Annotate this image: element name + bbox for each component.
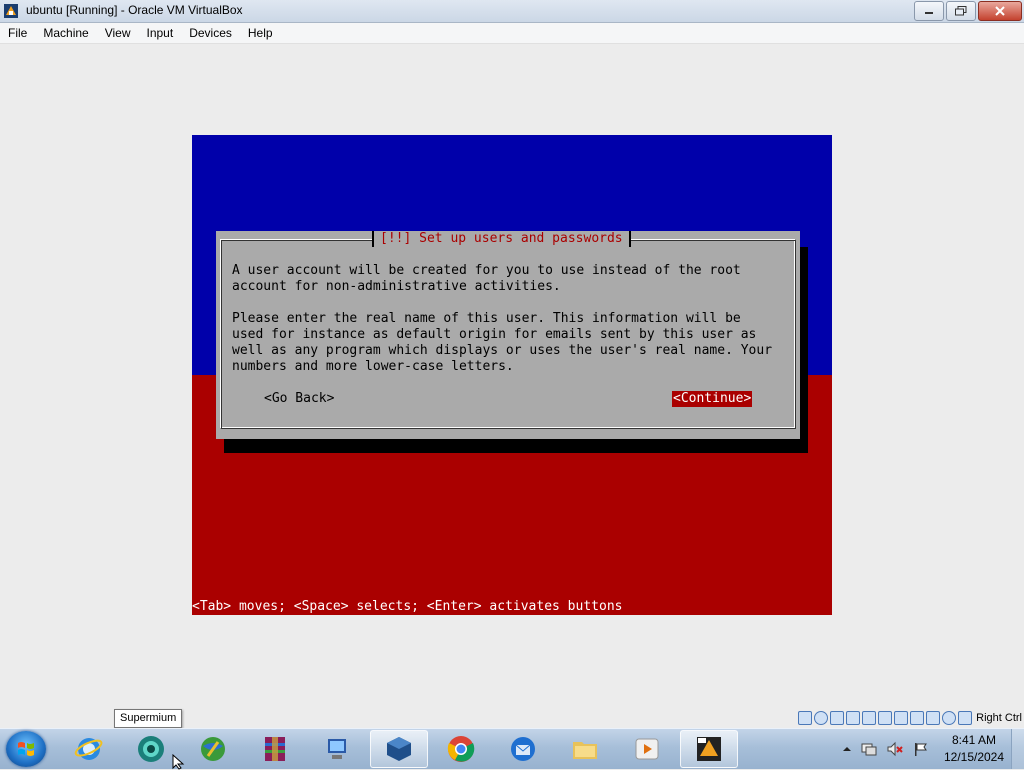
go-back-button[interactable]: <Go Back> — [264, 391, 334, 407]
taskbar-thunderbird[interactable] — [494, 730, 552, 768]
internet-explorer-icon — [74, 738, 103, 760]
continue-button[interactable]: <Continue> — [672, 391, 753, 407]
chrome-icon — [447, 736, 475, 762]
window-titlebar[interactable]: ubuntu [Running] - Oracle VM VirtualBox — [0, 0, 1024, 23]
audio-icon[interactable] — [830, 711, 845, 725]
system-tray — [842, 729, 930, 769]
installer-dialog: [!!] Set up users and passwords A user a… — [216, 231, 800, 439]
optical-drive-icon[interactable] — [814, 711, 829, 725]
menu-view[interactable]: View — [97, 23, 139, 43]
virtualbox-vm-icon — [697, 737, 721, 761]
mouse-integration-icon[interactable] — [942, 711, 957, 725]
start-button[interactable] — [6, 731, 46, 767]
restore-icon — [955, 6, 967, 16]
taskbar-clock[interactable]: 8:41 AM 12/15/2024 — [938, 732, 1010, 766]
winrar-icon — [265, 737, 285, 761]
network-status-icon[interactable] — [860, 741, 878, 757]
taskbar-file-explorer[interactable] — [556, 730, 614, 768]
taskbar-chrome[interactable] — [432, 730, 490, 768]
taskbar-media-player[interactable] — [618, 730, 676, 768]
volume-muted-icon[interactable] — [886, 741, 904, 757]
menu-input[interactable]: Input — [139, 23, 182, 43]
display-icon[interactable] — [894, 711, 909, 725]
taskbar-internet-explorer[interactable] — [60, 730, 118, 768]
keyboard-icon[interactable] — [958, 711, 973, 725]
file-explorer-icon — [573, 742, 597, 759]
minimize-button[interactable] — [914, 1, 944, 21]
taskbar-tooltip: Supermium — [114, 709, 183, 728]
menu-file[interactable]: File — [0, 23, 35, 43]
hard-disk-icon[interactable] — [798, 711, 813, 725]
close-button[interactable] — [978, 1, 1022, 21]
restore-button[interactable] — [946, 1, 976, 21]
vbox-status-bar: Right Ctrl — [798, 709, 1024, 727]
vm-status-line: <Tab> moves; <Space> selects; <Enter> ac… — [192, 599, 623, 614]
supermium-icon — [138, 736, 164, 762]
close-icon — [995, 6, 1005, 16]
virtualbox-icon — [4, 4, 18, 18]
menu-help[interactable]: Help — [240, 23, 281, 43]
vm-display[interactable]: [!!] Set up users and passwords A user a… — [192, 135, 832, 615]
menubar: File Machine View Input Devices Help — [0, 23, 1024, 44]
window-title: ubuntu [Running] - Oracle VM VirtualBox — [26, 3, 243, 17]
minimize-icon — [925, 12, 933, 14]
taskbar-winrar[interactable] — [246, 730, 304, 768]
clock-date: 12/15/2024 — [943, 750, 1005, 764]
taskbar-virtualbox-manager[interactable] — [370, 730, 428, 768]
thunderbird-icon — [511, 737, 535, 761]
menu-machine[interactable]: Machine — [35, 23, 96, 43]
shared-folders-icon[interactable] — [878, 711, 893, 725]
dialog-title: [!!] Set up users and passwords — [372, 231, 631, 247]
dialog-body: A user account will be created for you t… — [232, 263, 773, 374]
network-globe-icon — [201, 737, 225, 761]
taskbar-network-globe[interactable] — [184, 730, 242, 768]
host-key-label[interactable]: Right Ctrl — [976, 712, 1022, 724]
show-desktop-button[interactable] — [1011, 729, 1024, 769]
network-computer-icon — [328, 739, 346, 759]
taskbar-virtualbox-vm[interactable] — [680, 730, 738, 768]
virtualbox-manager-icon — [387, 737, 411, 761]
show-hidden-icons-icon[interactable] — [842, 744, 852, 754]
recording-icon[interactable] — [910, 711, 925, 725]
menu-devices[interactable]: Devices — [181, 23, 240, 43]
taskbar-network-computer[interactable] — [308, 730, 366, 768]
clock-time: 8:41 AM — [951, 733, 997, 747]
media-player-icon — [635, 738, 659, 760]
cpu-icon[interactable] — [926, 711, 941, 725]
action-center-flag-icon[interactable] — [912, 741, 930, 757]
windows-taskbar: 8:41 AM 12/15/2024 — [0, 728, 1024, 769]
windows-logo-icon — [18, 742, 34, 756]
network-icon[interactable] — [846, 711, 861, 725]
usb-icon[interactable] — [862, 711, 877, 725]
